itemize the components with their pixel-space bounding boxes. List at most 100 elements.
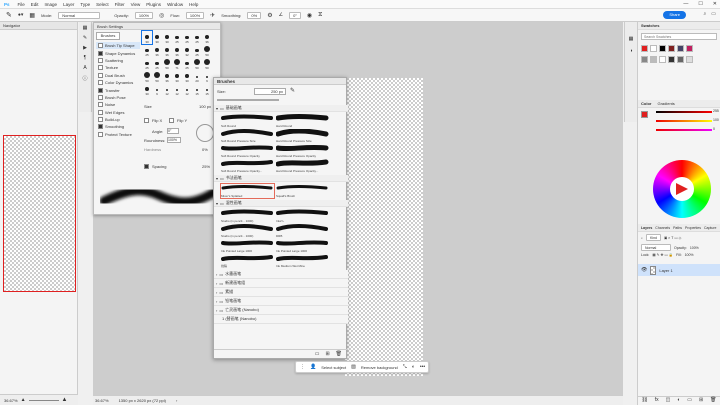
chevron-right-icon[interactable]: › xyxy=(216,299,217,304)
lock-icons[interactable]: ▦ ✎ ✥ ▭ 🔒 xyxy=(652,253,673,257)
brush-tool-icon[interactable]: ✎ xyxy=(6,11,12,19)
brush-settings-checkbox[interactable] xyxy=(98,131,103,137)
workspace-icon[interactable]: ▭ xyxy=(711,11,716,17)
brush-tip[interactable]: 15 xyxy=(192,83,202,96)
brush-group-header[interactable]: ▾ ▭ 书法画笔 xyxy=(214,175,348,182)
symmetry-icon[interactable]: ⧖ xyxy=(318,12,322,19)
hardness-value[interactable]: 0% xyxy=(202,147,208,152)
brush-settings-item[interactable]: Scattering xyxy=(96,57,140,64)
brush-settings-checkbox[interactable] xyxy=(98,72,103,78)
angle-input[interactable]: 0° xyxy=(289,11,301,19)
brush-preset[interactable]: Soft Round Pressure Size xyxy=(221,129,274,143)
chevron-down-icon[interactable]: ▾ xyxy=(216,201,218,206)
brush-tip[interactable]: 25 xyxy=(192,44,202,57)
brush-settings-item[interactable]: Protect Texture xyxy=(96,131,140,138)
visibility-eye-icon[interactable]: 👁 xyxy=(641,267,647,273)
chevron-down-icon[interactable]: ▾ xyxy=(216,106,218,111)
brush-tip[interactable]: 36 xyxy=(172,44,182,57)
remove-background-button[interactable]: Remove background xyxy=(361,365,398,370)
brush-tip[interactable]: 12 xyxy=(172,83,182,96)
menu-filter[interactable]: Filter xyxy=(115,2,125,7)
swatch[interactable] xyxy=(641,45,648,52)
navigator-thumbnail[interactable] xyxy=(3,135,76,292)
smoothing-options-icon[interactable]: ⚙ xyxy=(267,12,272,19)
new-layer-icon[interactable]: ⊞ xyxy=(699,397,703,405)
navigator-tab[interactable]: Navigator xyxy=(0,22,77,30)
brush-tip[interactable]: 15 xyxy=(202,83,212,96)
brush-settings-checkbox[interactable] xyxy=(98,57,103,63)
info-icon[interactable]: ⓘ xyxy=(82,75,87,82)
status-zoom[interactable]: 36.67% xyxy=(95,398,109,403)
flip-x-row[interactable]: Flip X xyxy=(144,118,162,123)
chevron-right-icon[interactable]: › xyxy=(216,290,217,295)
chevron-down-icon[interactable]: ▾ xyxy=(216,176,218,181)
flip-y-checkbox[interactable] xyxy=(169,118,174,123)
brush-group-header[interactable]: › ▭ 铅笔画笔 xyxy=(214,297,348,306)
brush-tip[interactable]: 25 xyxy=(142,57,152,70)
character-icon[interactable]: A xyxy=(83,65,86,71)
brush-preset[interactable]: 线稿 xyxy=(221,254,274,268)
menu-select[interactable]: Select xyxy=(96,2,109,7)
menu-file[interactable]: File xyxy=(18,2,25,7)
chevron-right-icon[interactable]: › xyxy=(216,281,217,286)
minimize-button[interactable]: — xyxy=(683,1,688,7)
menu-type[interactable]: Type xyxy=(80,2,90,7)
brush-tip[interactable]: 25 xyxy=(182,31,192,44)
brush-settings-checkbox[interactable] xyxy=(98,87,103,93)
document-canvas[interactable] xyxy=(345,78,423,376)
fx-icon[interactable]: fx xyxy=(655,397,659,405)
navigator-zoom-value[interactable]: 36.67% xyxy=(4,398,18,403)
kind-dropdown[interactable]: Kind xyxy=(645,234,661,241)
share-button[interactable]: Share xyxy=(663,11,686,19)
brush-size-input[interactable]: 250 px xyxy=(254,88,286,95)
swatch[interactable] xyxy=(686,45,693,52)
trash-icon[interactable]: 🗑 xyxy=(336,351,342,357)
brush-tip[interactable]: 25 xyxy=(152,57,162,70)
brush-tip[interactable]: 20 xyxy=(192,70,202,83)
brush-settings-item[interactable]: Noise xyxy=(96,101,140,108)
swatch[interactable] xyxy=(677,56,684,63)
swatch[interactable] xyxy=(668,45,675,52)
brush-tip[interactable]: 12 xyxy=(162,83,172,96)
brush-settings-checkbox[interactable] xyxy=(98,43,103,49)
spacing-row[interactable]: Spacing xyxy=(144,164,166,169)
brush-tip[interactable]: 36 xyxy=(152,44,162,57)
brush-settings-checkbox[interactable] xyxy=(98,65,103,71)
brush-group-header[interactable]: ▾ ▭ 基础画笔 xyxy=(214,105,348,112)
fill-value[interactable]: 100% xyxy=(685,253,694,257)
menu-window[interactable]: Window xyxy=(167,2,183,7)
brush-preset[interactable]: Hard Round Pressure Opacity xyxy=(276,144,329,158)
spacing-value[interactable]: 25% xyxy=(202,164,210,169)
brush-size-slider[interactable] xyxy=(217,99,279,101)
layer-row[interactable]: 👁 Layer 1 xyxy=(638,264,720,276)
brush-settings-item[interactable]: Build-up xyxy=(96,116,140,123)
tab-color[interactable]: Color xyxy=(641,100,651,107)
angle-input[interactable]: 0° xyxy=(167,128,179,134)
brush-tip[interactable]: 30 xyxy=(162,31,172,44)
brush-preset[interactable]: DRB xyxy=(276,224,329,238)
brush-tip[interactable]: 9 xyxy=(202,70,212,83)
zoom-out-icon[interactable]: ▲ xyxy=(21,397,26,403)
brush-settings-item[interactable]: Color Dynamics xyxy=(96,79,140,86)
brush-tip[interactable]: 71 xyxy=(172,57,182,70)
swatch[interactable] xyxy=(668,56,675,63)
brush-tip[interactable]: 36 xyxy=(162,44,172,57)
flow-input[interactable]: 100% xyxy=(185,11,205,19)
tab-paths[interactable]: Paths xyxy=(673,224,682,231)
swatches-title[interactable]: Swatches xyxy=(641,22,659,29)
swatch[interactable] xyxy=(650,45,657,52)
flip-y-row[interactable]: Flip Y xyxy=(169,118,187,123)
adjust-icon[interactable]: ◐ xyxy=(412,364,415,370)
brush-tip[interactable]: 12 xyxy=(182,83,192,96)
search-icon[interactable]: ⌕ xyxy=(703,11,706,17)
smoothing-input[interactable]: 0% xyxy=(247,11,262,19)
folder-icon[interactable]: ▭ xyxy=(687,397,692,405)
zoom-in-icon[interactable]: ▲ xyxy=(62,397,68,403)
brush-settings-checkbox[interactable] xyxy=(98,102,103,108)
brush-tip[interactable]: 32 xyxy=(182,44,192,57)
color-panel-icon[interactable]: ◑ xyxy=(629,48,632,54)
swatch[interactable] xyxy=(686,56,693,63)
brush-settings-item[interactable]: Smoothing xyxy=(96,123,140,130)
brush-tip[interactable]: 36 xyxy=(162,70,172,83)
green-slider[interactable] xyxy=(656,120,712,122)
